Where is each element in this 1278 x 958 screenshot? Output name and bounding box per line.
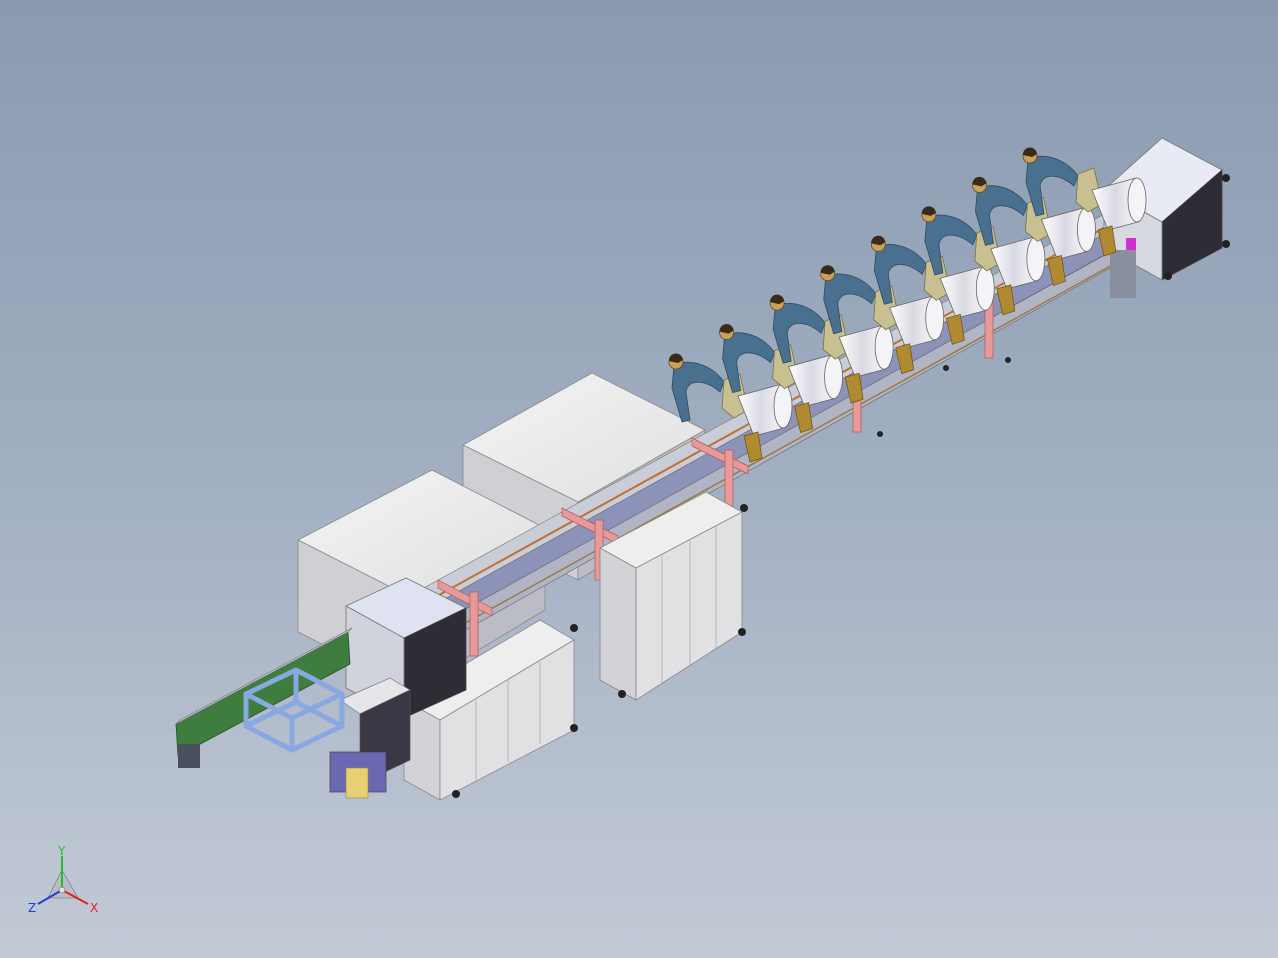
axis-triad: Y X Z [28,846,98,915]
operator-figure [1025,155,1079,217]
hopper-rim [1127,177,1147,223]
hopper-rim [925,295,945,341]
hopper-rim [975,265,995,311]
operator-figure [873,244,927,305]
hopper-rim [1026,236,1046,282]
infeed-conveyor [175,627,353,768]
cad-viewport[interactable] [0,0,1278,958]
operator-figure [772,303,826,364]
operator-figure [722,332,776,394]
hopper-rim [1077,207,1096,252]
hopper-rim [874,324,894,370]
z-axis-label: Z [28,901,36,915]
origin-icon [58,886,66,894]
y-axis-label: Y [57,846,66,858]
hopper-rim [773,383,793,429]
operator-figure [975,185,1028,246]
operator-figure [823,273,877,335]
x-axis-label: X [90,901,98,915]
operator-figure [671,361,725,423]
hopper-rim [824,354,843,399]
operator-figure [924,214,978,276]
